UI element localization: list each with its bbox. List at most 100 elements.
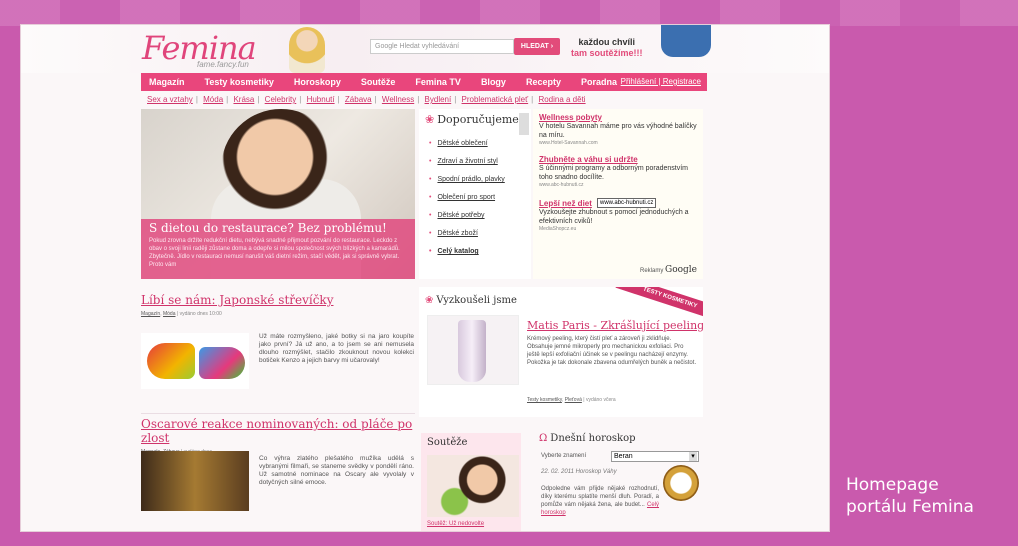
subnav-separator: | xyxy=(299,95,302,104)
tested-heading: Vyzkoušeli jsme xyxy=(425,295,517,306)
article-japanese-shoes: Líbí se nám: Japonské střevíčky Magazín,… xyxy=(141,293,415,413)
recommend-item[interactable]: Spodní prádlo, plavky xyxy=(429,175,529,193)
contests-heading: Soutěže xyxy=(427,437,468,448)
promo-banner[interactable]: každou chvíli tam soutěžíme!!! xyxy=(571,37,643,59)
zodiac-select[interactable]: Beran xyxy=(611,451,699,462)
horoscope-body: Odpoledne vám přijde nějaké rozhodnutí, … xyxy=(541,485,659,517)
recommend-item[interactable]: Oblečení pro sport xyxy=(429,193,529,211)
article-title[interactable]: Oscarové reakce nominovaných: od pláče p… xyxy=(141,417,415,445)
caption-line1: Homepage xyxy=(846,475,939,495)
subnav-separator: | xyxy=(337,95,340,104)
horoscope-text: Odpoledne vám přijde nějaké rozhodnutí, … xyxy=(541,486,659,508)
nav-recepty[interactable]: Recepty xyxy=(526,77,561,87)
subnav-hubnuti[interactable]: Hubnutí xyxy=(307,95,335,104)
subnav-bydleni[interactable]: Bydlení xyxy=(425,95,452,104)
subnav-krasa[interactable]: Krása xyxy=(233,95,254,104)
slide-caption: Homepage portálu Femina xyxy=(846,474,974,518)
search-input[interactable]: Google Hledat vyhledávání xyxy=(370,39,514,54)
article-title[interactable]: Líbí se nám: Japonské střevíčky xyxy=(141,293,415,307)
subnav-wellness[interactable]: Wellness xyxy=(382,95,414,104)
recommend-scrollbar[interactable] xyxy=(519,113,529,135)
hero-title[interactable]: S dietou do restaurace? Bez problému! xyxy=(149,221,407,235)
product-meta: Testy kosmetiky, Pleťová | vydáno včera xyxy=(527,397,616,403)
recommend-box: Doporučujeme Dětské oblečení Zdraví a ži… xyxy=(419,109,531,279)
horoscope-label: Vyberte znamení xyxy=(541,453,587,459)
ad-title[interactable]: Wellness pobyty xyxy=(539,113,699,122)
ad-desc: S účinnými programy a odborným poradenst… xyxy=(539,165,689,181)
nav-poradna[interactable]: Poradna xyxy=(581,77,617,87)
ads-footer[interactable]: Reklamy Google xyxy=(640,265,697,275)
ad-item[interactable]: Wellness pobyty V hotelu Savannah máme p… xyxy=(539,113,699,146)
subnav-separator: | xyxy=(531,95,534,104)
login-register-link[interactable]: Přihlášení | Registrace xyxy=(621,77,701,86)
article-category[interactable]: Magazín xyxy=(141,311,160,317)
subnav-celebrity[interactable]: Celebrity xyxy=(265,95,297,104)
article-oscar: Oscarové reakce nominovaných: od pláče p… xyxy=(141,417,415,531)
hero-text: Pokud zrovna držíte redukční dietu, nebý… xyxy=(149,238,400,268)
nav-magazin[interactable]: Magazín xyxy=(149,77,185,87)
tested-ribbon[interactable]: TESTY KOSMETIKY xyxy=(615,287,703,322)
ad-url: www.abc-hubnuti.cz xyxy=(539,182,584,188)
zodiac-icon xyxy=(663,465,699,501)
horoscope-box: Dnešní horoskop Vyberte znamení Beran 22… xyxy=(533,429,703,531)
article-body: Už máte rozmyšleno, jaké botky si na jar… xyxy=(259,333,414,364)
logo-tagline: fame.fancy.fun xyxy=(197,60,249,69)
ad-url: MediaShopcz.eu xyxy=(539,226,577,232)
main-nav: Magazín Testy kosmetiky Horoskopy Soutěž… xyxy=(141,73,707,91)
product-photo[interactable] xyxy=(427,315,519,385)
product-tube-image xyxy=(458,320,486,382)
ad-url: www.Hotel-Savannah.com xyxy=(539,140,598,146)
horoscope-date: 22. 02. 2011 Horoskop Váhy xyxy=(541,469,617,475)
horoscope-heading: Dnešní horoskop xyxy=(539,433,635,444)
shoe-image xyxy=(147,343,195,379)
nav-testy-kosmetiky[interactable]: Testy kosmetiky xyxy=(205,77,274,87)
website-screenshot: Femina fame.fancy.fun Google Hledat vyhl… xyxy=(20,24,830,532)
ad-item[interactable]: Zhubněte a váhu si udržte S účinnými pro… xyxy=(539,155,699,188)
divider xyxy=(141,413,415,414)
product-time: vydáno včera xyxy=(585,397,616,403)
contest-photo[interactable] xyxy=(427,455,519,517)
ad-title[interactable]: Zhubněte a váhu si udržte xyxy=(539,155,699,164)
nav-horoskopy[interactable]: Horoskopy xyxy=(294,77,341,87)
article-category[interactable]: Móda xyxy=(163,311,176,317)
recommend-item[interactable]: Dětské zboží xyxy=(429,229,529,247)
subnav-moda[interactable]: Móda xyxy=(203,95,223,104)
subnav-separator: | xyxy=(417,95,420,104)
product-category[interactable]: Pleťová xyxy=(565,397,582,403)
search-button[interactable]: HLEDAT › xyxy=(514,38,560,55)
subnav-separator: | xyxy=(195,95,198,104)
subnav-separator: | xyxy=(257,95,260,104)
zodiac-select-value: Beran xyxy=(614,453,633,460)
nav-femina-tv[interactable]: Femina TV xyxy=(415,77,461,87)
caption-line2: portálu Femina xyxy=(846,497,974,517)
recommend-heading: Doporučujeme xyxy=(425,113,519,126)
subnav-sex-a-vztahy[interactable]: Sex a vztahy xyxy=(147,95,193,104)
promo-line2: tam soutěžíme!!! xyxy=(571,48,643,58)
product-title[interactable]: Matis Paris - Zkrášlující peeling xyxy=(527,319,703,332)
subnav-problematicka-plet[interactable]: Problematická pleť xyxy=(462,95,529,104)
contests-box: Soutěže Soutěž: Už nedovolte xyxy=(421,433,521,531)
article-meta: Magazín, Móda | vydáno dnes 10:00 xyxy=(141,311,222,317)
hero-article[interactable]: S dietou do restaurace? Bez problému! Po… xyxy=(141,109,415,279)
recommend-item[interactable]: Zdraví a životní styl xyxy=(429,157,529,175)
product-body: Krémový peeling, který čistí pleť a záro… xyxy=(527,336,697,366)
shoes-photo[interactable] xyxy=(141,333,249,389)
recommend-item[interactable]: Dětské potřeby xyxy=(429,211,529,229)
subnav-zabava[interactable]: Zábava xyxy=(345,95,372,104)
oscar-photo[interactable] xyxy=(141,451,249,511)
hero-caption: S dietou do restaurace? Bez problému! Po… xyxy=(141,219,415,279)
url-tooltip: www.abc-hubnuti.cz xyxy=(597,198,657,208)
recommend-catalog-link[interactable]: Celý katalog xyxy=(429,247,529,265)
google-logo: Google xyxy=(665,265,697,275)
ad-desc: Vyzkoušejte zhubnout s pomocí jednoduchý… xyxy=(539,209,689,225)
recommend-item[interactable]: Dětské oblečení xyxy=(429,139,529,157)
subnav-rodina-a-deti[interactable]: Rodina a děti xyxy=(538,95,585,104)
contest-link[interactable]: Soutěž: Už nedovolte xyxy=(427,521,484,527)
sub-nav: Sex a vztahy | Móda | Krása | Celebrity | Hu… xyxy=(147,95,589,104)
promo-bubble-image xyxy=(661,25,711,57)
ad-desc: V hotelu Savannah máme pro vás výhodné b… xyxy=(539,123,697,139)
subnav-separator: | xyxy=(226,95,229,104)
nav-souteze[interactable]: Soutěže xyxy=(361,77,396,87)
product-category[interactable]: Testy kosmetiky xyxy=(527,397,562,403)
nav-blogy[interactable]: Blogy xyxy=(481,77,506,87)
